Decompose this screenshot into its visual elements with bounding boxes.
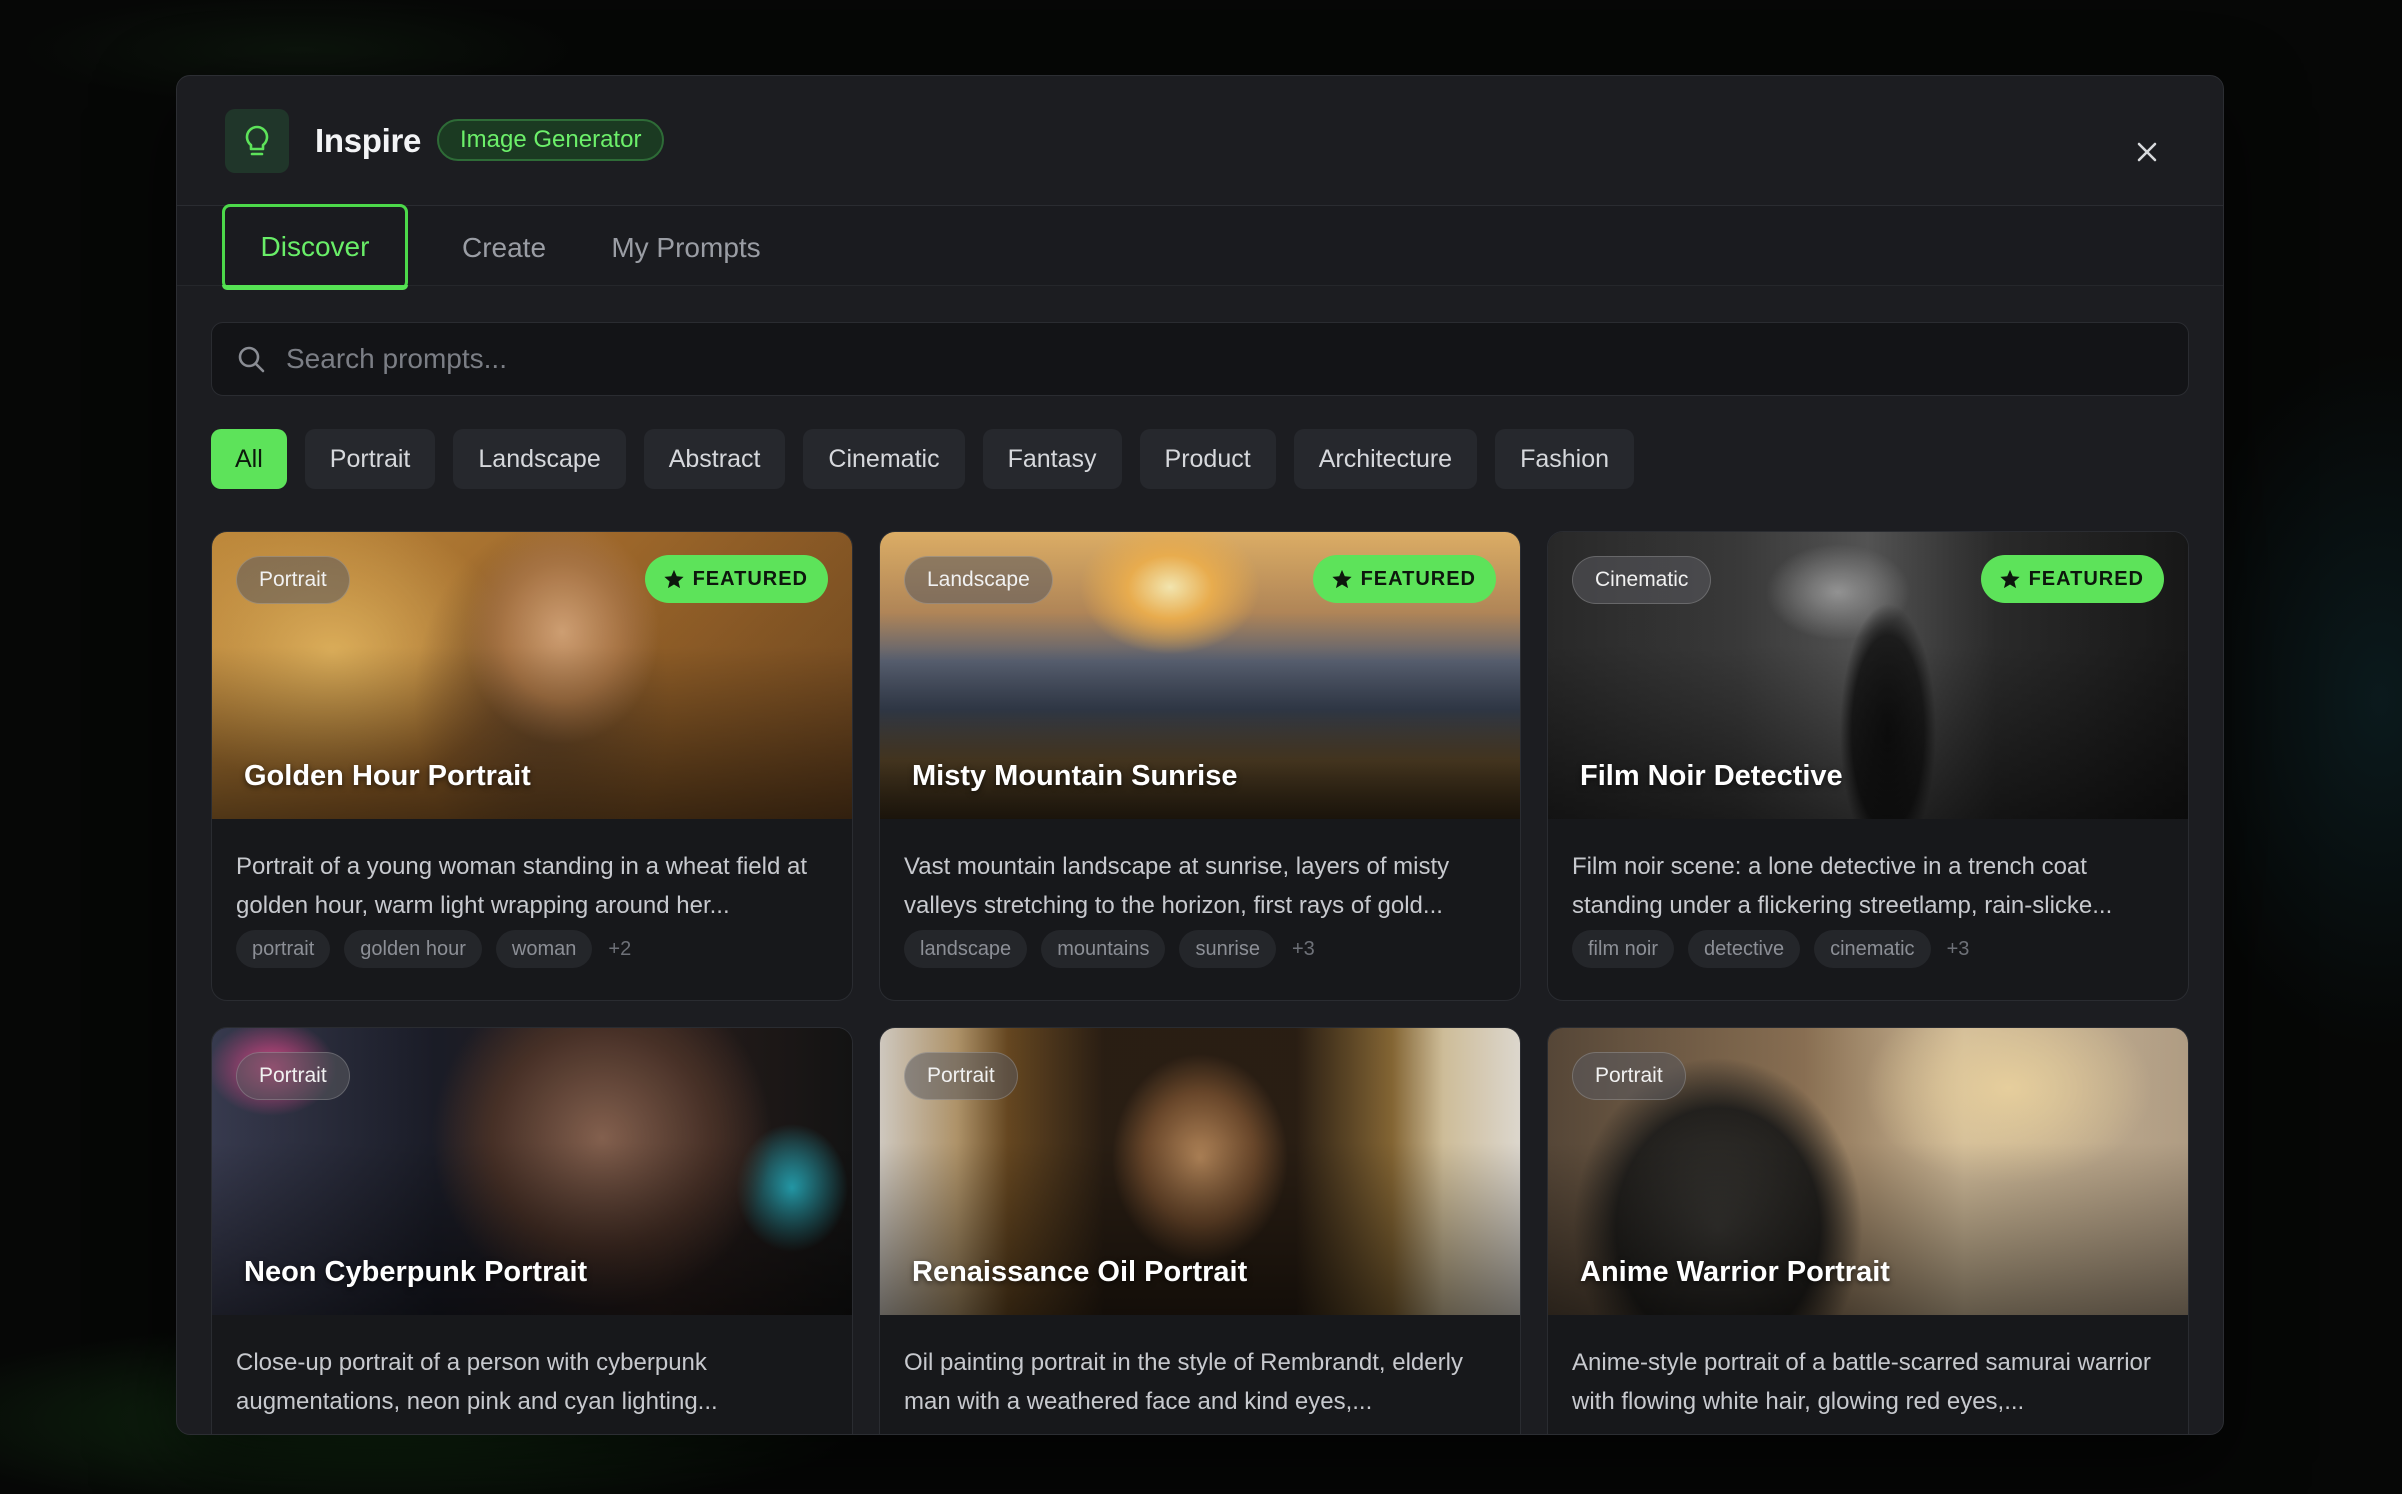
star-icon xyxy=(1331,568,1353,590)
tag[interactable]: golden hour xyxy=(344,930,482,968)
filter-fashion[interactable]: Fashion xyxy=(1495,429,1635,489)
category-filters: All Portrait Landscape Abstract Cinemati… xyxy=(211,429,1635,489)
search-input[interactable] xyxy=(286,329,2146,389)
card-description: Close-up portrait of a person with cyber… xyxy=(236,1349,718,1415)
featured-label: FEATURED xyxy=(692,567,808,590)
filter-portrait[interactable]: Portrait xyxy=(304,429,436,489)
prompt-card[interactable]: Portrait Neon Cyberpunk Portrait Close-u… xyxy=(211,1027,853,1434)
card-title: Anime Warrior Portrait xyxy=(1580,1256,1890,1288)
category-badge: Portrait xyxy=(904,1052,1018,1100)
filter-abstract[interactable]: Abstract xyxy=(643,429,786,489)
tag[interactable]: sunrise xyxy=(1179,930,1276,968)
close-icon[interactable] xyxy=(2131,136,2163,168)
category-badge: Landscape xyxy=(904,556,1053,604)
featured-badge: FEATURED xyxy=(1312,555,1496,603)
tag-list: film noir detective cinematic +3 xyxy=(1572,930,1969,968)
card-description: Vast mountain landscape at sunrise, laye… xyxy=(904,853,1450,919)
prompt-card[interactable]: Landscape FEATURED Misty Mountain Sunris… xyxy=(879,531,1521,1001)
featured-badge: FEATURED xyxy=(1980,555,2164,603)
card-title: Film Noir Detective xyxy=(1580,760,1843,792)
featured-badge: FEATURED xyxy=(644,555,828,603)
tag[interactable]: film noir xyxy=(1572,930,1675,968)
search-icon xyxy=(236,344,266,374)
search-bar xyxy=(211,322,2189,396)
tag[interactable]: detective xyxy=(1688,930,1801,968)
filter-cinematic[interactable]: Cinematic xyxy=(803,429,965,489)
filter-all[interactable]: All xyxy=(211,429,287,489)
tab-my-prompts[interactable]: My Prompts xyxy=(591,206,781,290)
tag[interactable]: cinematic xyxy=(1814,930,1931,968)
filter-fantasy[interactable]: Fantasy xyxy=(982,429,1122,489)
more-tags-count: +3 xyxy=(1291,937,1315,960)
modal-title: Inspire xyxy=(315,122,422,159)
card-description: Portrait of a young woman standing in a … xyxy=(236,853,808,919)
card-title: Renaissance Oil Portrait xyxy=(912,1256,1248,1288)
tag-list: portrait golden hour woman +2 xyxy=(236,930,631,968)
featured-label: FEATURED xyxy=(1360,567,1476,590)
category-badge: Cinematic xyxy=(1572,556,1712,604)
tag[interactable]: landscape xyxy=(904,930,1028,968)
tag[interactable]: portrait xyxy=(236,930,331,968)
prompt-card[interactable]: Portrait Anime Warrior Portrait Anime-st… xyxy=(1547,1027,2189,1434)
card-description: Oil painting portrait in the style of Re… xyxy=(904,1349,1463,1415)
card-title: Neon Cyberpunk Portrait xyxy=(244,1256,588,1288)
category-badge: Portrait xyxy=(236,1052,350,1100)
lightbulb-icon xyxy=(225,109,289,173)
prompt-card[interactable]: Cinematic FEATURED Film Noir Detective F… xyxy=(1547,531,2189,1001)
prompt-card[interactable]: Portrait Renaissance Oil Portrait Oil pa… xyxy=(879,1027,1521,1434)
filter-landscape[interactable]: Landscape xyxy=(453,429,626,489)
prompt-grid: Portrait FEATURED Golden Hour Portrait P… xyxy=(211,531,2189,1434)
tab-bar: Discover Create My Prompts xyxy=(177,204,2223,290)
inspire-modal: Inspire Image Generator Discover Create … xyxy=(176,75,2224,1435)
tag-list: landscape mountains sunrise +3 xyxy=(904,930,1315,968)
filter-architecture[interactable]: Architecture xyxy=(1293,429,1478,489)
card-description: Film noir scene: a lone detective in a t… xyxy=(1572,853,2113,919)
more-tags-count: +3 xyxy=(1946,937,1970,960)
featured-label: FEATURED xyxy=(2028,567,2144,590)
more-tags-count: +2 xyxy=(608,937,632,960)
card-description: Anime-style portrait of a battle-scarred… xyxy=(1572,1349,2151,1415)
filter-product[interactable]: Product xyxy=(1139,429,1276,489)
prompt-card[interactable]: Portrait FEATURED Golden Hour Portrait P… xyxy=(211,531,853,1001)
tab-create[interactable]: Create xyxy=(439,206,569,290)
card-title: Golden Hour Portrait xyxy=(244,760,531,792)
category-badge: Portrait xyxy=(236,556,350,604)
card-title: Misty Mountain Sunrise xyxy=(912,760,1238,792)
modal-header: Inspire Image Generator xyxy=(177,76,2223,206)
star-icon xyxy=(1999,568,2021,590)
image-generator-badge: Image Generator xyxy=(437,119,665,161)
tag[interactable]: woman xyxy=(495,930,593,968)
star-icon xyxy=(663,568,685,590)
category-badge: Portrait xyxy=(1572,1052,1686,1100)
tag[interactable]: mountains xyxy=(1041,930,1166,968)
tab-discover[interactable]: Discover xyxy=(222,204,408,290)
